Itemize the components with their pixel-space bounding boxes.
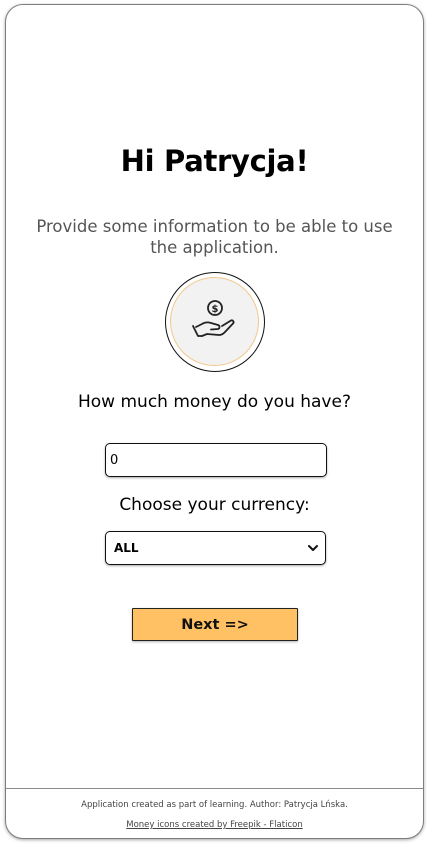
app-card: Hi Patrycja! Provide some information to… [5,4,424,839]
money-icon-badge: $ [165,272,265,372]
currency-select[interactable]: ALL [105,531,326,565]
money-hand-icon: $ [192,300,235,337]
money-amount-input[interactable] [105,443,327,477]
next-button[interactable]: Next => [132,608,298,641]
currency-label: Choose your currency: [119,495,310,515]
flaticon-credit-link[interactable]: Money icons created by Freepik - Flatico… [6,820,423,830]
currency-selected-value: ALL [114,541,139,555]
greeting-title: Hi Patrycja! [120,144,309,178]
footer-divider [6,788,423,789]
chevron-down-icon [308,545,318,551]
intro-subtitle: Provide some information to be able to u… [36,217,393,257]
footer-credit: Application created as part of learning.… [81,800,348,810]
money-question-label: How much money do you have? [78,392,351,412]
svg-text:$: $ [212,304,219,315]
